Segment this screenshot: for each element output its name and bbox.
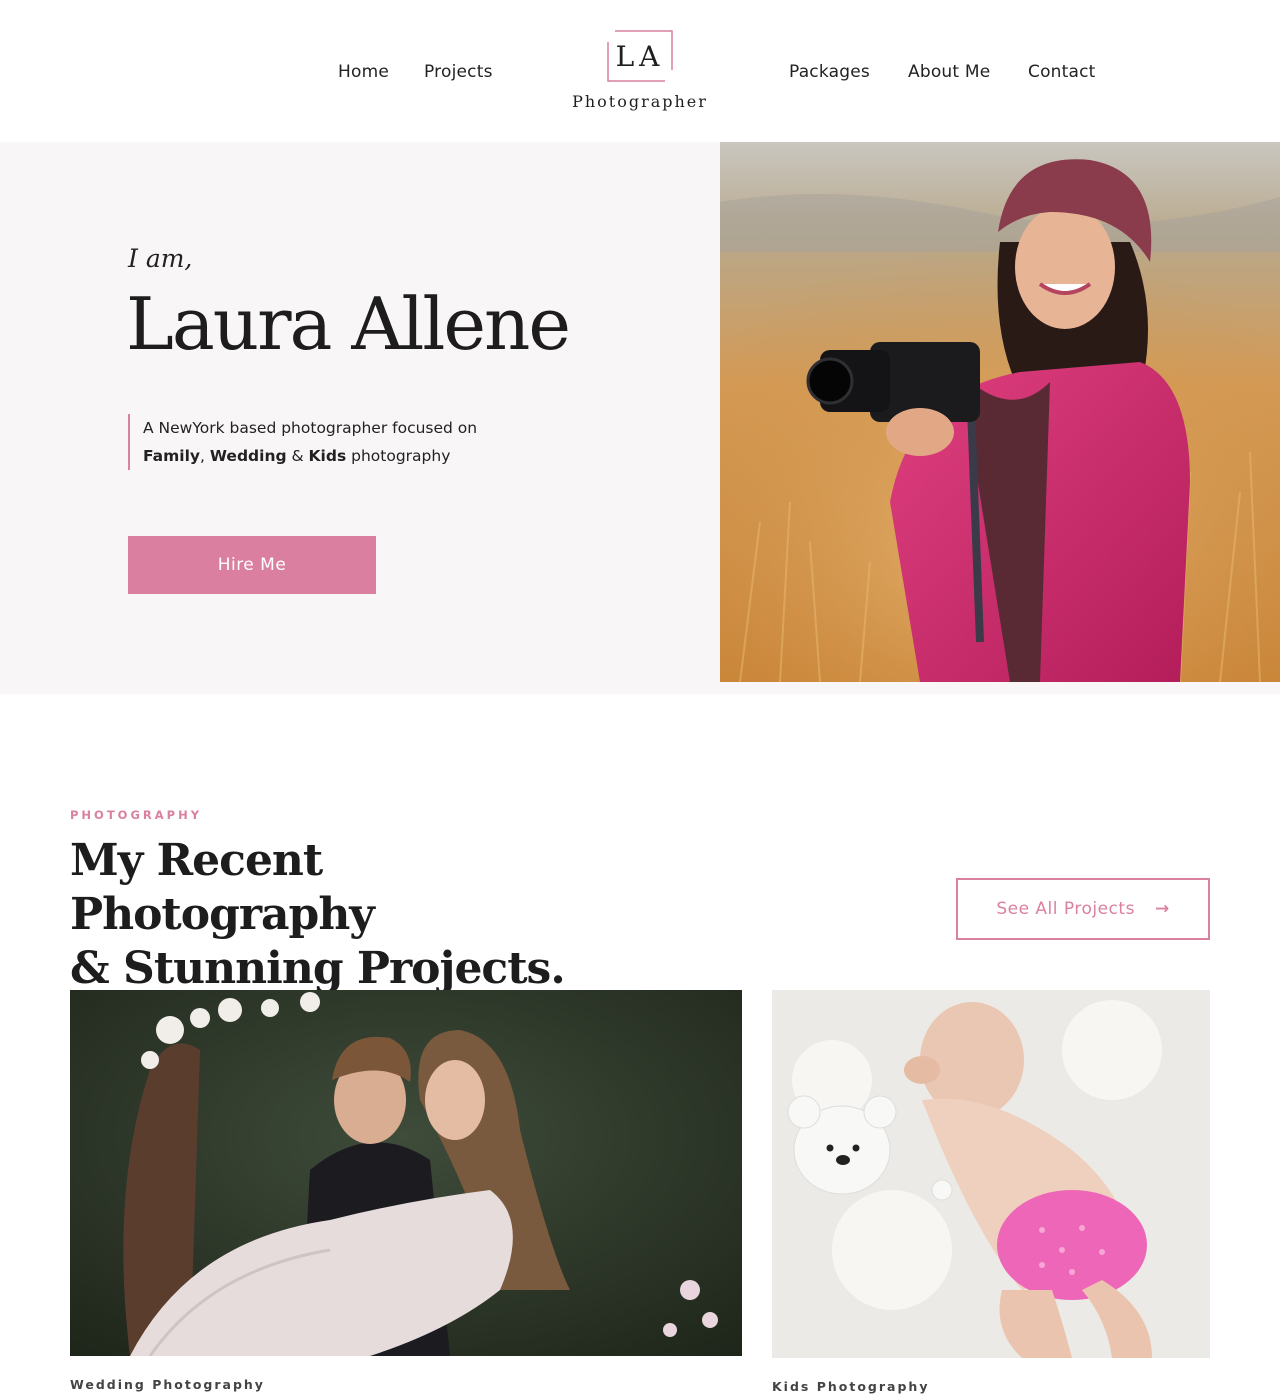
- project-card-wedding-label[interactable]: Wedding Photography: [70, 1377, 265, 1392]
- hero-section: I am, Laura Allene A NewYork based photo…: [0, 142, 1280, 694]
- nav-about-me[interactable]: About Me: [908, 62, 990, 82]
- hire-me-button[interactable]: Hire Me: [128, 536, 376, 594]
- hero-greeting: I am,: [128, 244, 193, 273]
- nav-packages[interactable]: Packages: [789, 62, 870, 82]
- hero-photographer-image: [720, 142, 1280, 682]
- tagline-kids: Kids: [308, 447, 347, 465]
- see-all-label: See All Projects: [996, 899, 1135, 919]
- tagline-sep: &: [286, 447, 309, 465]
- site-header: Home Projects LA Photographer Packages A…: [0, 0, 1280, 142]
- arrow-right-icon: →: [1154, 899, 1170, 919]
- wedding-photo-image: [70, 990, 742, 1356]
- section-title: My Recent Photography & Stunning Projects…: [70, 834, 630, 996]
- tagline-prefix: A NewYork based photographer focused on: [143, 419, 478, 437]
- tagline-family: Family: [143, 447, 201, 465]
- see-all-projects-button[interactable]: See All Projects →: [956, 878, 1210, 940]
- nav-home[interactable]: Home: [338, 62, 389, 82]
- nav-projects[interactable]: Projects: [424, 62, 493, 82]
- section-eyebrow: PHOTOGRAPHY: [70, 808, 203, 822]
- project-card-kids[interactable]: [772, 990, 1210, 1358]
- project-card-wedding[interactable]: [70, 990, 742, 1356]
- nav-contact[interactable]: Contact: [1028, 62, 1096, 82]
- logo-subtitle: Photographer: [572, 92, 708, 111]
- hero-name: Laura Allene: [126, 282, 571, 366]
- hero-tagline: A NewYork based photographer focused on F…: [128, 414, 548, 470]
- title-line-1: My Recent Photography: [70, 835, 375, 940]
- tagline-sep: ,: [200, 447, 210, 465]
- logo-initials: LA: [615, 40, 665, 73]
- kids-photo-image: [772, 990, 1210, 1358]
- tagline-wedding: Wedding: [209, 447, 287, 465]
- tagline-suffix: photography: [346, 447, 451, 465]
- project-card-kids-label[interactable]: Kids Photography: [772, 1379, 929, 1394]
- title-line-2: & Stunning Projects.: [70, 943, 566, 994]
- site-logo[interactable]: LA Photographer: [570, 28, 710, 116]
